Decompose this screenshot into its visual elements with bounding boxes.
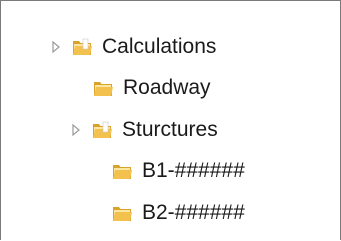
folder-tree: Calculations Roadway Sturctures B1-#####… <box>0 0 341 241</box>
tree-item-b2[interactable]: B2-###### <box>111 198 245 228</box>
folder-icon <box>91 119 113 141</box>
tree-item-b1[interactable]: B1-###### <box>111 156 245 186</box>
tree-item-sturctures[interactable]: Sturctures <box>69 115 218 145</box>
folder-icon <box>111 202 133 224</box>
folder-icon <box>71 36 93 58</box>
tree-item-label: Sturctures <box>122 118 218 141</box>
tree-item-calculations[interactable]: Calculations <box>49 32 216 62</box>
tree-item-label: Roadway <box>123 76 211 99</box>
folder-icon <box>92 77 114 99</box>
expand-arrow-icon[interactable] <box>49 40 63 54</box>
expand-arrow-icon[interactable] <box>69 123 83 137</box>
tree-item-label: B1-###### <box>142 159 245 182</box>
tree-item-roadway[interactable]: Roadway <box>92 73 211 103</box>
tree-item-label: Calculations <box>102 35 217 58</box>
folder-icon <box>111 160 133 182</box>
tree-item-label: B2-###### <box>142 201 245 224</box>
